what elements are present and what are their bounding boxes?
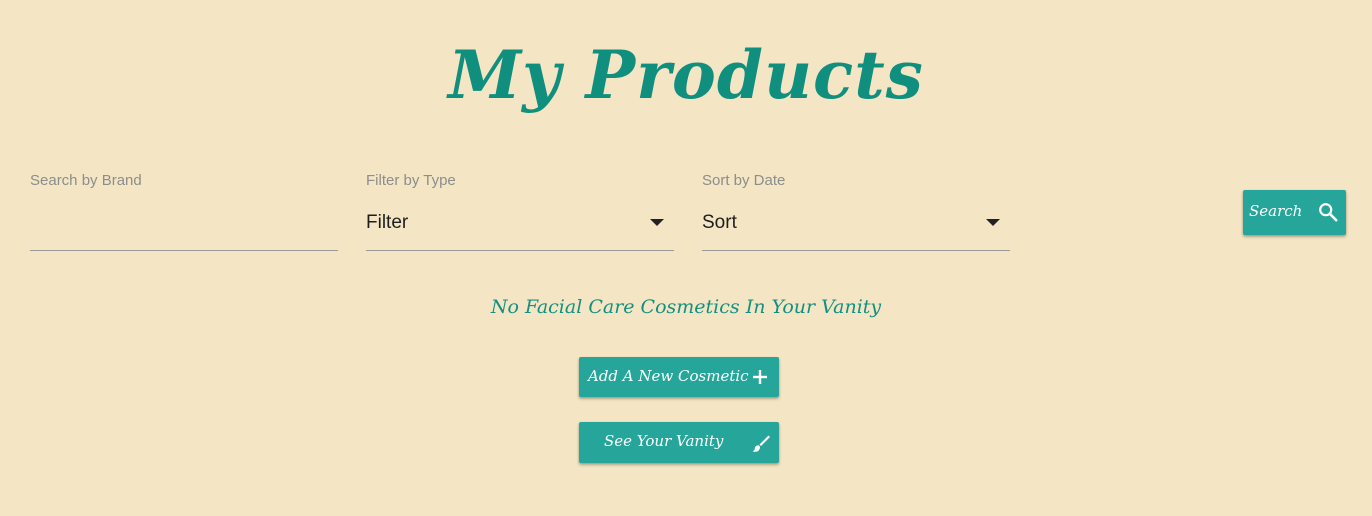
page-title: My Products xyxy=(448,36,924,114)
brand-search-input[interactable] xyxy=(30,200,330,240)
search-icon xyxy=(1317,201,1339,227)
search-button[interactable]: Search xyxy=(1243,190,1346,235)
add-cosmetic-button[interactable]: Add A New Cosmetic xyxy=(579,357,779,397)
plus-icon xyxy=(751,368,769,390)
type-filter-label: Filter by Type xyxy=(366,172,456,189)
brand-search-label: Search by Brand xyxy=(30,172,142,189)
type-filter-value[interactable]: Filter xyxy=(366,212,408,234)
brush-icon xyxy=(751,433,771,457)
date-sort-label: Sort by Date xyxy=(702,172,786,189)
empty-vanity-message: No Facial Care Cosmetics In Your Vanity xyxy=(490,296,882,318)
add-cosmetic-label: Add A New Cosmetic xyxy=(588,367,749,385)
brand-search-field[interactable]: Search by Brand xyxy=(30,170,338,251)
date-sort-select[interactable]: Sort by Date Sort xyxy=(702,170,1010,251)
date-sort-value[interactable]: Sort xyxy=(702,212,737,234)
sort-dropdown-arrow-icon[interactable] xyxy=(986,219,1000,226)
search-button-label: Search xyxy=(1249,202,1303,220)
see-vanity-button[interactable]: See Your Vanity xyxy=(579,422,779,463)
type-dropdown-arrow-icon[interactable] xyxy=(650,219,664,226)
type-filter-select[interactable]: Filter by Type Filter xyxy=(366,170,674,251)
see-vanity-label: See Your Vanity xyxy=(604,432,724,450)
